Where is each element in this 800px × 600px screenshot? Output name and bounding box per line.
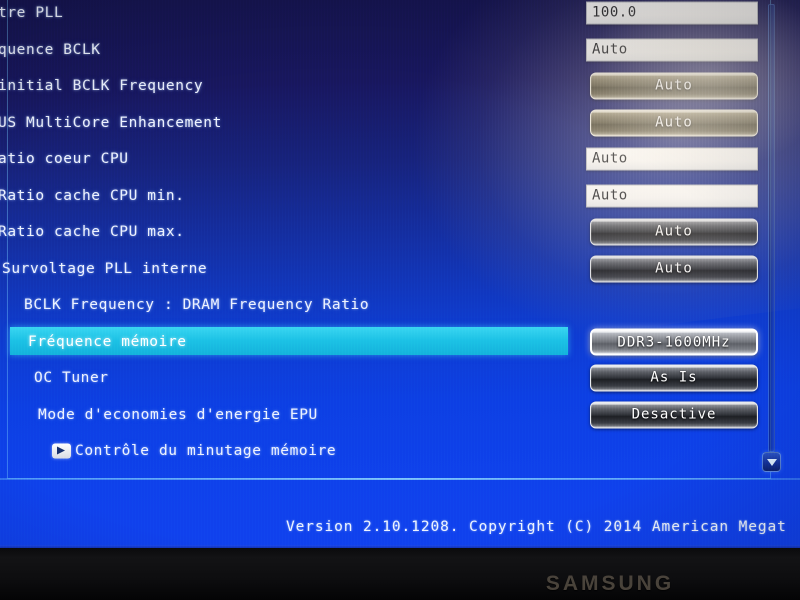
- bios-setting-row[interactable]: Mode d'economies d'energie EPU Desactive: [0, 398, 800, 432]
- bios-setting-label: Ratio cache CPU max.: [0, 224, 185, 240]
- bios-value-dropdown[interactable]: Auto: [590, 255, 758, 282]
- bios-value-dropdown[interactable]: DDR3-1600MHz: [590, 328, 758, 355]
- scrollbar-track[interactable]: [768, 4, 775, 452]
- bios-setting-label: OC Tuner: [34, 370, 109, 386]
- bios-setting-label: Ratio cache CPU min.: [0, 187, 185, 204]
- bios-setting-row[interactable]: OC Tuner As Is: [0, 361, 800, 395]
- photograph-of-monitor: tre PLL 100.0 quence BCLK Auto initial BCLK …: [0, 0, 800, 600]
- bios-setting-row[interactable]: initial BCLK Frequency Auto: [0, 69, 800, 103]
- bios-value-input[interactable]: 100.0: [586, 1, 758, 25]
- bios-setting-row[interactable]: quence BCLK Auto: [0, 33, 800, 67]
- bios-setting-row[interactable]: Ratio cache CPU min. Auto: [0, 179, 800, 213]
- footer-divider: [0, 478, 800, 480]
- bios-value-dropdown[interactable]: Auto: [590, 109, 758, 136]
- bios-value-input[interactable]: Auto: [586, 184, 758, 207]
- bios-setting-label: Contrôle du minutage mémoire: [75, 443, 337, 459]
- bios-setting-label: quence BCLK: [0, 41, 101, 58]
- bios-setting-label: BCLK Frequency : DRAM Frequency Ratio: [24, 297, 370, 313]
- bios-value-dropdown[interactable]: Auto: [590, 72, 758, 100]
- bios-screen: tre PLL 100.0 quence BCLK Auto initial BCLK …: [0, 0, 800, 550]
- bios-setting-row[interactable]: tre PLL 100.0: [0, 0, 800, 30]
- bios-value-dropdown[interactable]: Desactive: [590, 401, 758, 428]
- bios-setting-row[interactable]: Ratio cache CPU max. Auto: [0, 215, 800, 249]
- bios-setting-label: Fréquence mémoire: [28, 333, 187, 350]
- bios-setting-label: initial BCLK Frequency: [0, 78, 204, 94]
- samsung-brand-logo: SAMSUNG: [545, 572, 675, 595]
- bios-value-dropdown[interactable]: Auto: [590, 218, 758, 246]
- bios-setting-label: Survoltage PLL interne: [2, 260, 208, 277]
- bios-value-input[interactable]: Auto: [586, 147, 758, 171]
- bios-setting-row[interactable]: BCLK Frequency : DRAM Frequency Ratio: [0, 288, 800, 322]
- bios-setting-row[interactable]: Fréquence mémoire DDR3-1600MHz: [0, 325, 800, 359]
- bios-value-input[interactable]: Auto: [586, 38, 758, 61]
- bios-setting-label: atio coeur CPU: [0, 151, 129, 167]
- bios-setting-label: US MultiCore Enhancement: [0, 114, 222, 131]
- copyright-text: Version 2.10.1208. Copyright (C) 2014 Am…: [286, 519, 787, 535]
- bios-footer: Version 2.10.1208. Copyright (C) 2014 Am…: [0, 519, 800, 547]
- bios-setting-row[interactable]: Survoltage PLL interne Auto: [0, 252, 800, 286]
- bios-setting-label: Mode d'economies d'energie EPU: [38, 406, 318, 423]
- bios-setting-label: tre PLL: [0, 5, 64, 21]
- bios-settings-list: tre PLL 100.0 quence BCLK Auto initial BCLK …: [0, 0, 800, 478]
- submenu-arrow-icon: [52, 443, 71, 459]
- bios-setting-row[interactable]: Contrôle du minutage mémoire: [0, 434, 800, 468]
- bios-setting-row[interactable]: atio coeur CPU Auto: [0, 142, 800, 176]
- chevron-down-icon[interactable]: [762, 452, 781, 472]
- bios-setting-row[interactable]: US MultiCore Enhancement Auto: [0, 106, 800, 140]
- bios-value-dropdown[interactable]: As Is: [590, 364, 758, 392]
